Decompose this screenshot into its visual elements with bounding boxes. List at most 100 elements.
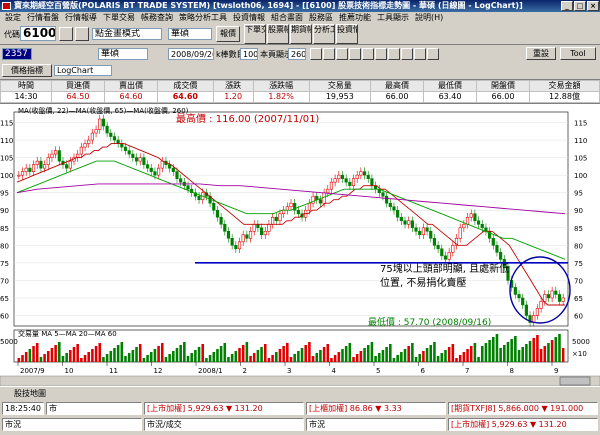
status-row2-0[interactable]: 市況 (2, 418, 142, 431)
chart-tool-button-3[interactable] (349, 48, 361, 60)
candle-body-93 (359, 171, 363, 176)
x-tick-label-11: 8 (510, 367, 514, 375)
chart-area[interactable]: 60 60 65 65 70 70 75 75 80 80 85 85 90 90 95 95 100 100 10… (0, 103, 600, 387)
candle-body-34 (142, 157, 146, 165)
chart-tool-button-2[interactable] (336, 48, 348, 60)
candle-body-112 (429, 230, 433, 239)
tab-map[interactable]: 股技地圖 (14, 389, 46, 398)
quote-value-2: 64.60 (103, 91, 158, 103)
menu-item-9[interactable]: 推薦功能 (336, 12, 374, 23)
candle-body-103 (396, 209, 400, 218)
stock-code-input[interactable]: 6100 (20, 26, 56, 41)
candle-body-124 (473, 213, 477, 222)
y-tick-left-4: 80 (0, 242, 9, 250)
tool-button[interactable]: Tool (560, 47, 596, 60)
menu-item-8[interactable]: 股務區 (306, 12, 336, 23)
min-price-label: 最低價 : 57.70 (2008/09/16) (368, 316, 491, 328)
x-tick-label-3: 12 (154, 367, 163, 375)
big-btn-2[interactable]: 期貨帳務 (290, 24, 312, 44)
maximize-button[interactable]: □ (574, 1, 586, 11)
menu-item-10[interactable]: 工具顯示 (374, 12, 412, 23)
y-tick-right-8: 100 (574, 172, 587, 180)
stock-name-select[interactable]: 華碩 (98, 48, 148, 60)
menu-bar: 設定 行情看盤 行情報導 下單交易 帳務查詢 策略分析工具 投資情報 組合畫面 股務區 推薦功能工… (0, 12, 600, 23)
close-button[interactable]: × (587, 1, 599, 11)
reset-button[interactable]: 重設 (526, 47, 556, 60)
quote-value-8: 63.40 (423, 91, 478, 103)
chart-tool-button-4[interactable] (362, 48, 374, 60)
status-cell-2[interactable]: [期貨TXFJ8] 5,866.000 ▼ 191.000 (448, 402, 598, 415)
candle-body-73 (285, 206, 289, 211)
quote-table: 時間 買進價 賣出價 成交價 漲跌 漲跌幅 交易量 最高價 最低價 開盤價 交易金額 14:30 64… (0, 79, 600, 103)
quote-header-6: 交易量 (308, 80, 372, 92)
menu-item-7[interactable]: 組合畫面 (268, 12, 306, 23)
candle-body-89 (344, 178, 348, 183)
y-tick-left-7: 95 (0, 190, 9, 198)
candle-body-102 (392, 206, 396, 211)
candle-body-49 (197, 195, 201, 201)
menu-item-3[interactable]: 下單交易 (100, 12, 138, 23)
y-tick-left-3: 75 (0, 260, 9, 268)
mode-select[interactable]: 點金畫模式 (92, 28, 162, 40)
chart-scrollbar[interactable] (0, 375, 600, 387)
status-cell-0-value: 5,929.63 (187, 404, 224, 413)
status-row2-2[interactable]: 市況 (306, 418, 446, 431)
candle-body-61 (241, 234, 245, 243)
prev-button[interactable] (75, 27, 89, 41)
chart-tool-button-9[interactable] (427, 48, 439, 60)
y-tick-right-2: 70 (574, 277, 583, 285)
price-chart[interactable]: 6060656570707575808085859090959510010010… (0, 104, 600, 387)
menu-item-11[interactable]: 說明(H) (412, 12, 446, 23)
small-code-field[interactable]: 2357 (2, 48, 32, 60)
chart-type-select[interactable]: LogChart (54, 65, 112, 76)
candle-body-109 (418, 230, 422, 236)
status-cell-1[interactable]: [上櫃加權] 86.86 ▼ 3.33 (306, 402, 446, 415)
chart-tool-button-6[interactable] (388, 48, 400, 60)
quote-value-5: 1.82% (252, 91, 310, 103)
search-button[interactable] (59, 27, 73, 41)
menu-item-0[interactable]: 設定 (2, 12, 24, 23)
status-cell-0[interactable]: [上市加權] 5,929.63 ▼ 131.20 (144, 402, 304, 415)
candle-body-113 (432, 237, 437, 246)
candle-body-46 (186, 185, 190, 190)
status-cell-0-label: [上市加權] (147, 404, 186, 413)
chart-tool-button-5[interactable] (375, 48, 387, 60)
candle-body-84 (326, 188, 330, 193)
candle-body-105 (403, 220, 407, 225)
status-row2-3[interactable]: [上市加權] 5,929.63 ▼ 131.20 (448, 418, 598, 431)
menu-item-6[interactable]: 投資情報 (230, 12, 268, 23)
indicator-button[interactable]: 價格指標 (2, 64, 52, 77)
y-tick-right-7: 95 (574, 190, 583, 198)
menu-item-4[interactable]: 帳務查詢 (138, 12, 176, 23)
date-field[interactable]: 2008/09/26 (168, 48, 214, 60)
quote-header-9: 開盤價 (476, 80, 530, 92)
big-btn-1[interactable]: 股票帳務 (267, 24, 289, 44)
display-count-field[interactable]: 260 (288, 48, 306, 60)
chart-tool-button-8[interactable] (414, 48, 426, 60)
quote-header-7: 最高價 (370, 80, 425, 92)
minimize-button[interactable]: _ (561, 1, 573, 11)
candle-body-18 (83, 143, 87, 148)
candle-body-43 (175, 171, 179, 179)
big-btn-0[interactable]: 下單交易 (244, 24, 266, 44)
status-cell-1-value: 86.86 (349, 404, 373, 413)
chart-scroll-thumb[interactable] (559, 376, 591, 386)
big-btn-3[interactable]: 分析工具 (313, 24, 335, 44)
status-cell-1-label: [上櫃加權] (309, 404, 348, 413)
quote-header-10: 交易金額 (529, 80, 600, 92)
chart-tool-button-1[interactable] (323, 48, 335, 60)
status-row2-1[interactable]: 市況/成交 (144, 418, 304, 431)
chart-tool-button-0[interactable] (310, 48, 322, 60)
y-tick-left-1: 65 (0, 295, 9, 303)
quote-button[interactable]: 報價 (216, 26, 240, 42)
kbar-count-field[interactable]: 1000 (240, 48, 258, 60)
menu-item-5[interactable]: 策略分析工具 (176, 12, 230, 23)
menu-item-1[interactable]: 行情看盤 (24, 12, 62, 23)
big-btn-4[interactable]: 投資情報 (336, 24, 358, 44)
x-tick-label-6: 3 (287, 367, 291, 375)
candle-body-88 (340, 174, 345, 179)
chart-tool-button-7[interactable] (401, 48, 413, 60)
status-market[interactable]: 市 (46, 402, 142, 415)
menu-item-2[interactable]: 行情報導 (62, 12, 100, 23)
quote-value-4: 1.20 (212, 91, 254, 103)
